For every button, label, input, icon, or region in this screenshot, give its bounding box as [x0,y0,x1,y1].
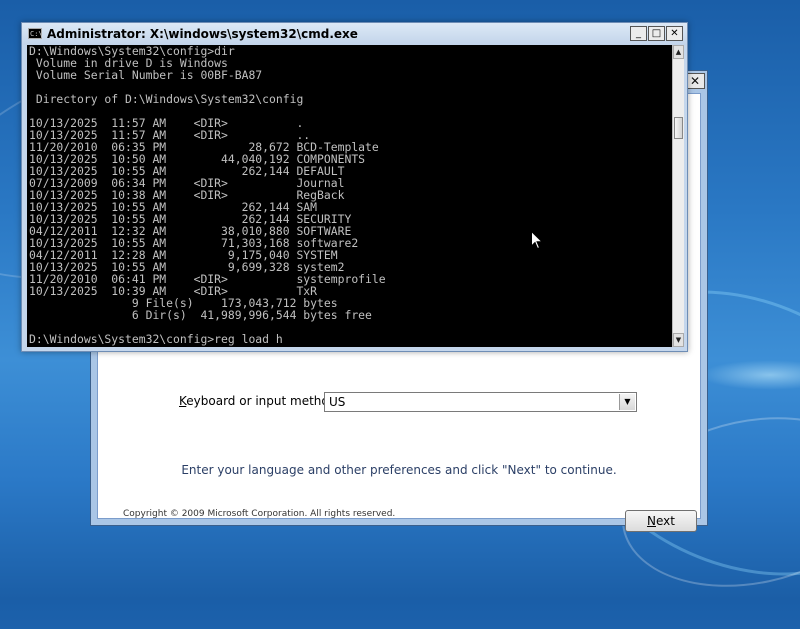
console-output[interactable]: D:\Windows\System32\config>dir Volume in… [27,45,672,347]
console-line: Directory of D:\Windows\System32\config [29,92,304,106]
minimize-button[interactable]: _ [630,26,647,41]
copyright-text: Copyright © 2009 Microsoft Corporation. … [123,509,396,519]
next-button[interactable]: Next [625,510,697,532]
wallpaper-glow [700,360,800,390]
scrollbar-thumb[interactable] [674,117,683,139]
keyboard-method-label: Keyboard or input method: [179,394,341,408]
mouse-pointer-icon [531,231,543,250]
cmd-title: Administrator: X:\windows\system32\cmd.e… [47,27,358,41]
setup-instruction: Enter your language and other preference… [181,463,617,477]
console-line: D:\Windows\System32\config>reg load h [29,332,283,346]
setup-close-button[interactable]: ✕ [685,73,705,89]
cmd-icon: C:\ [28,28,43,39]
maximize-button[interactable]: □ [648,26,665,41]
cmd-titlebar[interactable]: C:\ Administrator: X:\windows\system32\c… [22,23,687,45]
vertical-scrollbar[interactable]: ▲ ▼ [672,45,684,347]
chevron-down-icon[interactable]: ▼ [619,394,635,410]
console-line: 6 Dir(s) 41,989,996,544 bytes free [29,308,372,322]
window-controls: _ □ ✕ [629,26,683,41]
keyboard-method-value: US [329,395,346,409]
scroll-up-arrow-icon[interactable]: ▲ [673,45,684,59]
console-line: Volume Serial Number is 00BF-BA87 [29,68,263,82]
keyboard-method-select[interactable]: US ▼ [324,392,637,412]
close-button[interactable]: ✕ [666,26,683,41]
cmd-window: C:\ Administrator: X:\windows\system32\c… [21,22,688,352]
scroll-down-arrow-icon[interactable]: ▼ [673,333,684,347]
